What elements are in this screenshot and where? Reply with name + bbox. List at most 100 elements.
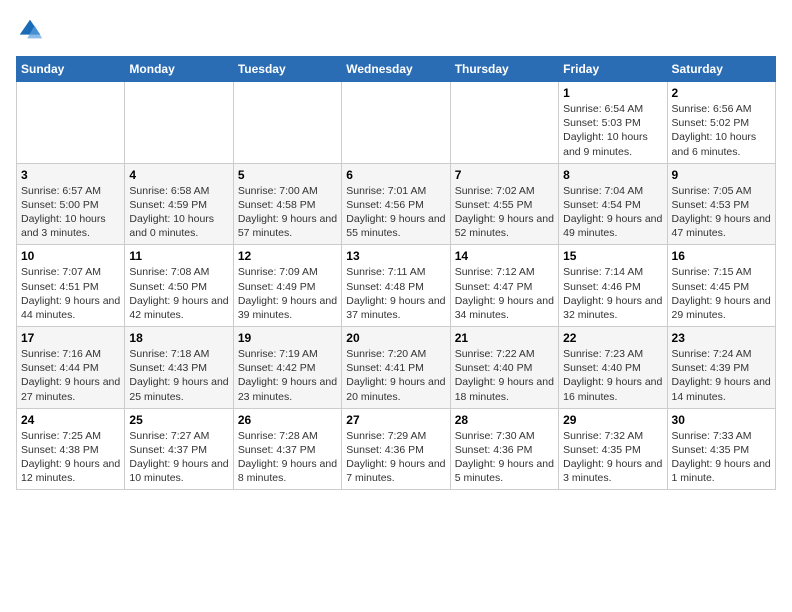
day-info: Sunrise: 7:29 AM Sunset: 4:36 PM Dayligh… — [346, 429, 445, 486]
day-info: Sunrise: 7:19 AM Sunset: 4:42 PM Dayligh… — [238, 347, 337, 404]
day-info: Sunrise: 7:02 AM Sunset: 4:55 PM Dayligh… — [455, 184, 554, 241]
day-number: 11 — [129, 249, 228, 263]
day-number: 15 — [563, 249, 662, 263]
day-number: 24 — [21, 413, 120, 427]
calendar-cell: 2Sunrise: 6:56 AM Sunset: 5:02 PM Daylig… — [667, 82, 775, 164]
day-number: 20 — [346, 331, 445, 345]
day-header-thursday: Thursday — [450, 57, 558, 82]
day-info: Sunrise: 7:09 AM Sunset: 4:49 PM Dayligh… — [238, 265, 337, 322]
calendar-cell: 10 Sunrise: 7:07 AM Sunset: 4:51 PM Dayli… — [17, 245, 125, 327]
day-number: 26 — [238, 413, 337, 427]
day-number: 4 — [129, 168, 228, 182]
day-number: 13 — [346, 249, 445, 263]
day-header-tuesday: Tuesday — [233, 57, 341, 82]
day-number: 27 — [346, 413, 445, 427]
day-number: 2 — [672, 86, 771, 100]
day-number: 6 — [346, 168, 445, 182]
day-info: Sunrise: 7:24 AM Sunset: 4:39 PM Dayligh… — [672, 347, 771, 404]
day-number: 9 — [672, 168, 771, 182]
day-info: Sunrise: 7:07 AM Sunset: 4:51 PM Dayligh… — [21, 265, 120, 322]
day-number: 7 — [455, 168, 554, 182]
day-info: Sunrise: 7:15 AM Sunset: 4:45 PM Dayligh… — [672, 265, 771, 322]
day-number: 1 — [563, 86, 662, 100]
calendar-cell: 17 Sunrise: 7:16 AM Sunset: 4:44 PM Dayli… — [17, 327, 125, 409]
calendar-cell: 16 Sunrise: 7:15 AM Sunset: 4:45 PM Dayli… — [667, 245, 775, 327]
day-number: 21 — [455, 331, 554, 345]
day-number: 3 — [21, 168, 120, 182]
calendar-table: SundayMondayTuesdayWednesdayThursdayFrid… — [16, 56, 776, 490]
day-info: Sunrise: 7:22 AM Sunset: 4:40 PM Dayligh… — [455, 347, 554, 404]
day-info: Sunrise: 6:54 AM Sunset: 5:03 PM Dayligh… — [563, 102, 662, 159]
day-info: Sunrise: 7:01 AM Sunset: 4:56 PM Dayligh… — [346, 184, 445, 241]
calendar-cell: 1 Sunrise: 6:54 AM Sunset: 5:03 PM Daylig… — [559, 82, 667, 164]
calendar-cell — [450, 82, 558, 164]
calendar-cell: 5 Sunrise: 7:00 AM Sunset: 4:58 PM Daylig… — [233, 163, 341, 245]
calendar-cell: 29 Sunrise: 7:32 AM Sunset: 4:35 PM Dayli… — [559, 408, 667, 490]
calendar-cell: 14 Sunrise: 7:12 AM Sunset: 4:47 PM Dayli… — [450, 245, 558, 327]
calendar-cell: 6 Sunrise: 7:01 AM Sunset: 4:56 PM Daylig… — [342, 163, 450, 245]
calendar-cell: 26 Sunrise: 7:28 AM Sunset: 4:37 PM Dayli… — [233, 408, 341, 490]
week-row-2: 3Sunrise: 6:57 AM Sunset: 5:00 PM Daylig… — [17, 163, 776, 245]
week-row-4: 17 Sunrise: 7:16 AM Sunset: 4:44 PM Dayli… — [17, 327, 776, 409]
calendar-cell: 28 Sunrise: 7:30 AM Sunset: 4:36 PM Dayli… — [450, 408, 558, 490]
day-info: Sunrise: 7:11 AM Sunset: 4:48 PM Dayligh… — [346, 265, 445, 322]
calendar-cell: 7 Sunrise: 7:02 AM Sunset: 4:55 PM Daylig… — [450, 163, 558, 245]
day-header-friday: Friday — [559, 57, 667, 82]
day-info: Sunrise: 7:14 AM Sunset: 4:46 PM Dayligh… — [563, 265, 662, 322]
day-number: 16 — [672, 249, 771, 263]
day-info: Sunrise: 7:28 AM Sunset: 4:37 PM Dayligh… — [238, 429, 337, 486]
day-number: 19 — [238, 331, 337, 345]
day-number: 28 — [455, 413, 554, 427]
day-info: Sunrise: 7:18 AM Sunset: 4:43 PM Dayligh… — [129, 347, 228, 404]
day-header-sunday: Sunday — [17, 57, 125, 82]
calendar-cell: 3Sunrise: 6:57 AM Sunset: 5:00 PM Daylig… — [17, 163, 125, 245]
calendar-cell: 20 Sunrise: 7:20 AM Sunset: 4:41 PM Dayli… — [342, 327, 450, 409]
calendar-cell: 15 Sunrise: 7:14 AM Sunset: 4:46 PM Dayli… — [559, 245, 667, 327]
calendar-cell — [125, 82, 233, 164]
calendar-cell — [17, 82, 125, 164]
logo-icon — [16, 16, 44, 44]
calendar-cell: 22 Sunrise: 7:23 AM Sunset: 4:40 PM Dayli… — [559, 327, 667, 409]
day-number: 17 — [21, 331, 120, 345]
day-number: 12 — [238, 249, 337, 263]
day-number: 5 — [238, 168, 337, 182]
day-number: 22 — [563, 331, 662, 345]
day-number: 8 — [563, 168, 662, 182]
day-info: Sunrise: 7:27 AM Sunset: 4:37 PM Dayligh… — [129, 429, 228, 486]
day-number: 14 — [455, 249, 554, 263]
day-info: Sunrise: 7:25 AM Sunset: 4:38 PM Dayligh… — [21, 429, 120, 486]
day-info: Sunrise: 7:05 AM Sunset: 4:53 PM Dayligh… — [672, 184, 771, 241]
calendar-cell: 21 Sunrise: 7:22 AM Sunset: 4:40 PM Dayli… — [450, 327, 558, 409]
day-info: Sunrise: 7:30 AM Sunset: 4:36 PM Dayligh… — [455, 429, 554, 486]
day-number: 18 — [129, 331, 228, 345]
calendar-cell: 11 Sunrise: 7:08 AM Sunset: 4:50 PM Dayli… — [125, 245, 233, 327]
day-number: 25 — [129, 413, 228, 427]
calendar-cell: 19 Sunrise: 7:19 AM Sunset: 4:42 PM Dayli… — [233, 327, 341, 409]
week-row-5: 24 Sunrise: 7:25 AM Sunset: 4:38 PM Dayli… — [17, 408, 776, 490]
week-row-3: 10 Sunrise: 7:07 AM Sunset: 4:51 PM Dayli… — [17, 245, 776, 327]
calendar-cell: 23 Sunrise: 7:24 AM Sunset: 4:39 PM Dayli… — [667, 327, 775, 409]
day-header-monday: Monday — [125, 57, 233, 82]
calendar-cell: 13 Sunrise: 7:11 AM Sunset: 4:48 PM Dayli… — [342, 245, 450, 327]
day-info: Sunrise: 7:32 AM Sunset: 4:35 PM Dayligh… — [563, 429, 662, 486]
day-info: Sunrise: 7:33 AM Sunset: 4:35 PM Dayligh… — [672, 429, 771, 486]
calendar-cell — [342, 82, 450, 164]
day-info: Sunrise: 7:08 AM Sunset: 4:50 PM Dayligh… — [129, 265, 228, 322]
day-info: Sunrise: 7:04 AM Sunset: 4:54 PM Dayligh… — [563, 184, 662, 241]
day-info: Sunrise: 7:16 AM Sunset: 4:44 PM Dayligh… — [21, 347, 120, 404]
day-info: Sunrise: 7:20 AM Sunset: 4:41 PM Dayligh… — [346, 347, 445, 404]
calendar-cell: 12 Sunrise: 7:09 AM Sunset: 4:49 PM Dayli… — [233, 245, 341, 327]
day-number: 29 — [563, 413, 662, 427]
day-header-wednesday: Wednesday — [342, 57, 450, 82]
day-info: Sunrise: 7:23 AM Sunset: 4:40 PM Dayligh… — [563, 347, 662, 404]
calendar-cell: 18 Sunrise: 7:18 AM Sunset: 4:43 PM Dayli… — [125, 327, 233, 409]
day-info: Sunrise: 7:12 AM Sunset: 4:47 PM Dayligh… — [455, 265, 554, 322]
calendar-cell: 24 Sunrise: 7:25 AM Sunset: 4:38 PM Dayli… — [17, 408, 125, 490]
calendar-cell: 4Sunrise: 6:58 AM Sunset: 4:59 PM Daylig… — [125, 163, 233, 245]
day-number: 10 — [21, 249, 120, 263]
calendar-header: SundayMondayTuesdayWednesdayThursdayFrid… — [17, 57, 776, 82]
day-info: Sunrise: 7:00 AM Sunset: 4:58 PM Dayligh… — [238, 184, 337, 241]
day-number: 23 — [672, 331, 771, 345]
calendar-cell: 27 Sunrise: 7:29 AM Sunset: 4:36 PM Dayli… — [342, 408, 450, 490]
logo — [16, 16, 48, 44]
